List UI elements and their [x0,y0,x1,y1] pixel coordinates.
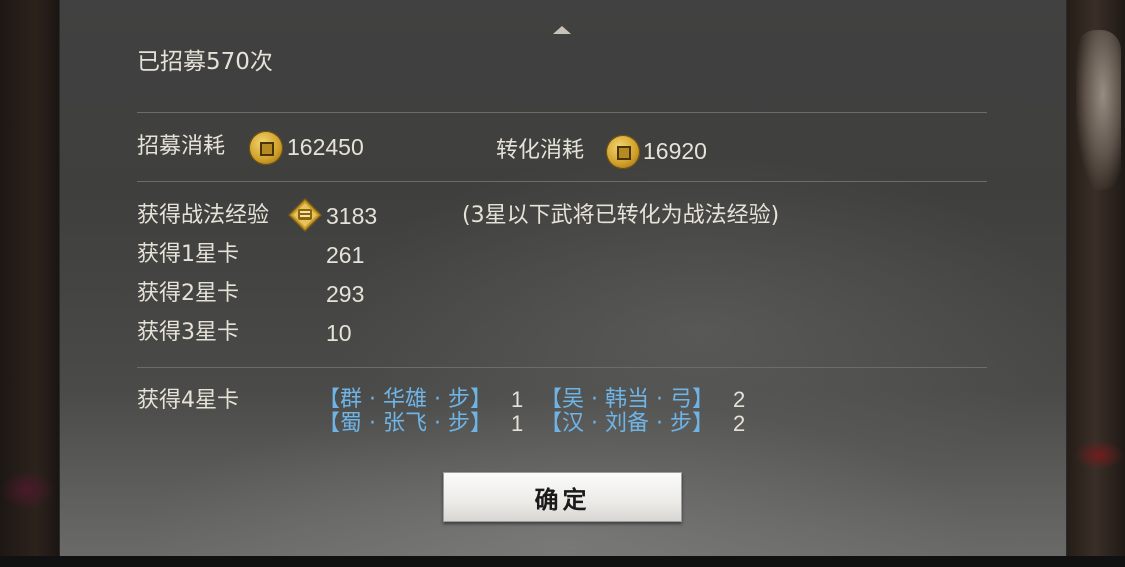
hero-card-huaxiong[interactable]: 【群 · 华雄 · 步】 [318,388,492,412]
hero-card-count: 2 [733,387,746,412]
star2-label: 获得2星卡 [137,281,239,306]
hero-card-zhangfei[interactable]: 【蜀 · 张飞 · 步】 [318,412,492,436]
background-left-art [0,0,60,567]
hero-card-count: 1 [511,411,524,436]
convert-cost-label: 转化消耗 [496,138,585,163]
star3-value: 10 [326,320,352,346]
character-portrait [1076,30,1121,190]
recruit-cost-label: 招募消耗 [137,134,226,159]
background-glow [1074,440,1124,470]
star2-value: 293 [326,281,365,307]
recruit-cost-value: 162450 [287,134,364,160]
copper-coin-icon [249,131,283,165]
tactic-exp-label: 获得战法经验 [137,203,270,228]
star1-value: 261 [326,242,365,268]
divider [137,112,987,113]
hero-card-liubei[interactable]: 【汉 · 刘备 · 步】 [540,412,714,436]
background-glow [0,470,55,510]
copper-coin-icon [606,135,640,169]
collapse-caret-icon[interactable] [553,26,571,34]
convert-cost-value: 16920 [643,138,707,164]
hero-card-handang[interactable]: 【吴 · 韩当 · 弓】 [540,388,714,412]
divider [137,367,987,368]
star4-label: 获得4星卡 [137,388,239,413]
hero-card-count: 1 [511,387,524,412]
star1-label: 获得1星卡 [137,242,239,267]
recruit-count-title: 已招募570次 [137,49,273,75]
star3-label: 获得3星卡 [137,320,239,345]
confirm-button[interactable]: 确定 [443,472,682,522]
tactic-exp-note: (3星以下武将已转化为战法经验) [462,203,780,228]
background-right-art [1066,0,1125,567]
divider [137,181,987,182]
bottom-strip [0,556,1125,567]
tactic-exp-value: 3183 [326,203,378,229]
tactic-exp-icon [288,198,322,232]
hero-card-count: 2 [733,411,746,436]
